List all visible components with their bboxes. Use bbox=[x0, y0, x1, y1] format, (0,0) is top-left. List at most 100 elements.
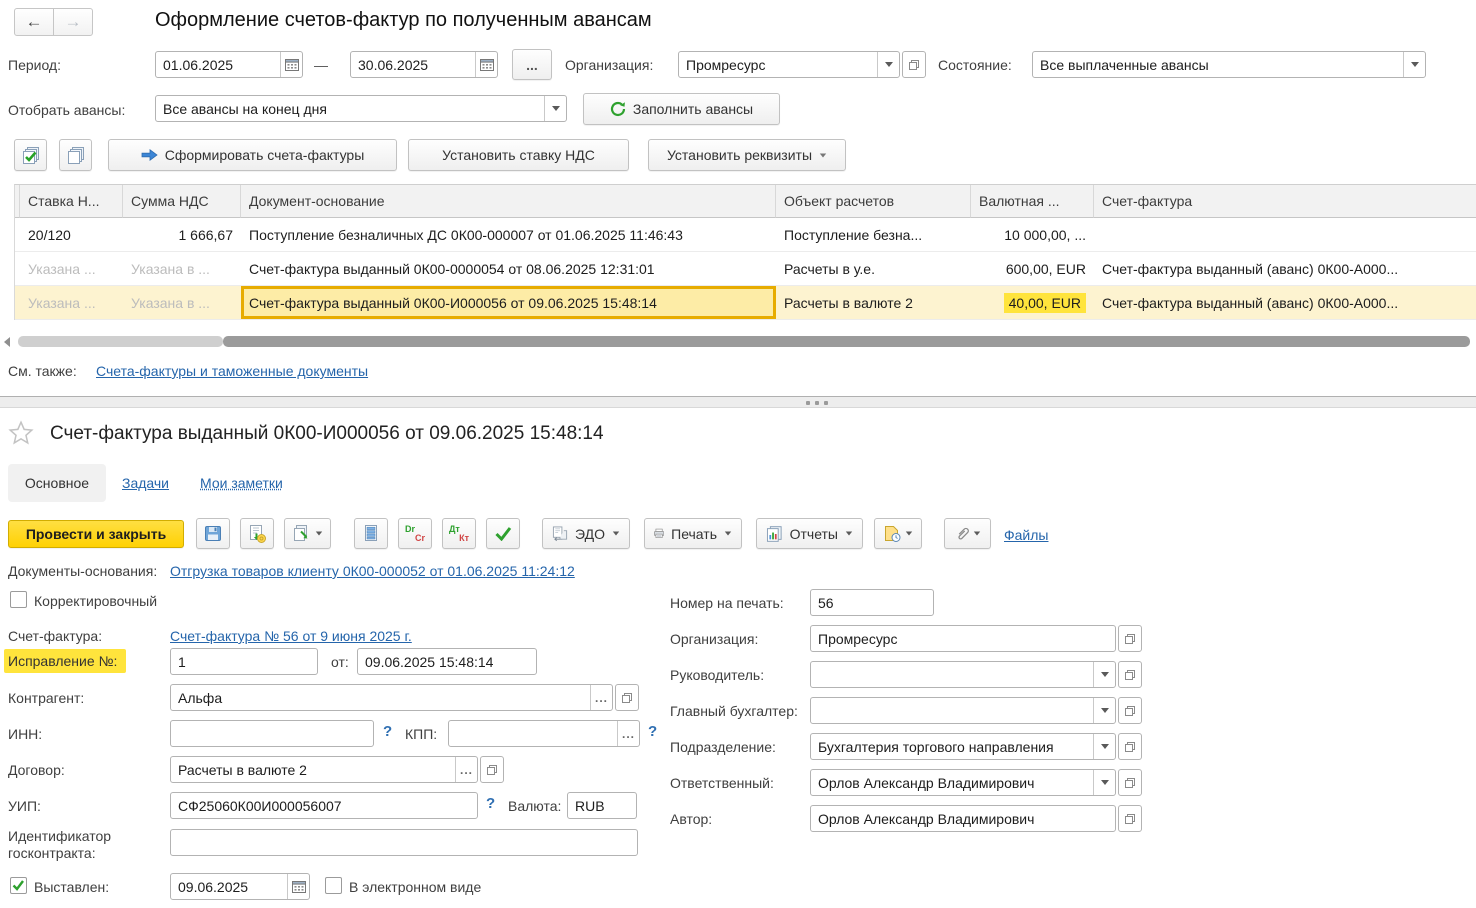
kpp-value[interactable] bbox=[449, 721, 617, 746]
print-number-value[interactable]: 56 bbox=[811, 590, 933, 615]
check-button[interactable] bbox=[486, 518, 520, 549]
reports-button[interactable]: Отчеты bbox=[756, 518, 863, 549]
manager-combo[interactable] bbox=[810, 661, 1116, 688]
unmark-all-button[interactable] bbox=[59, 139, 92, 171]
set-details-button[interactable]: Установить реквизиты bbox=[648, 139, 846, 171]
dropdown-button[interactable] bbox=[1403, 52, 1425, 77]
cell-base-document[interactable]: Счет-фактура выданный 0К00-0000054 от 08… bbox=[241, 252, 776, 286]
cell-vat-sum[interactable]: 1 666,67 bbox=[123, 218, 241, 252]
favorite-button[interactable] bbox=[8, 420, 34, 448]
cell-currency-amount[interactable]: 40,00, EUR bbox=[971, 286, 1094, 320]
dt-kt-button[interactable]: ДтКт bbox=[442, 518, 476, 549]
table-row[interactable]: 20/120 1 666,67 Поступление безналичных … bbox=[15, 218, 1476, 252]
column-header[interactable]: Сумма НДС bbox=[123, 185, 241, 218]
responsible-open-button[interactable] bbox=[1118, 769, 1142, 796]
cell-invoice[interactable]: Счет-фактура выданный (аванс) 0К00-А000.… bbox=[1094, 252, 1476, 286]
column-header[interactable]: Объект расчетов bbox=[776, 185, 971, 218]
register-records-button[interactable] bbox=[354, 518, 388, 549]
revision-number-field[interactable]: 1 bbox=[170, 648, 318, 675]
counterparty-open-button[interactable] bbox=[615, 684, 639, 711]
issued-date-value[interactable]: 09.06.2025 bbox=[171, 874, 287, 899]
table-row-selected[interactable]: Указана ... Указана в ... Счет-фактура в… bbox=[15, 286, 1476, 320]
counterparty-value[interactable]: Альфа bbox=[171, 685, 590, 710]
tab-notes[interactable]: Мои заметки bbox=[200, 475, 283, 491]
responsible-value[interactable]: Орлов Александр Владимирович bbox=[811, 770, 1093, 795]
uip-field[interactable]: СФ25060К00И000056007 bbox=[170, 792, 478, 819]
department-value[interactable]: Бухгалтерия торгового направления bbox=[811, 734, 1093, 759]
chief-accountant-combo[interactable] bbox=[810, 697, 1116, 724]
forward-button[interactable]: → bbox=[53, 8, 93, 36]
save-button[interactable] bbox=[196, 518, 230, 549]
state-combo[interactable]: Все выплаченные авансы bbox=[1032, 51, 1426, 78]
period-to-value[interactable]: 30.06.2025 bbox=[351, 52, 475, 77]
period-more-button[interactable]: ... bbox=[512, 49, 552, 80]
column-header[interactable]: Документ-основание bbox=[241, 185, 776, 218]
dr-cr-button[interactable]: DrCr bbox=[398, 518, 432, 549]
table-row[interactable]: Указана ... Указана в ... Счет-фактура в… bbox=[15, 252, 1476, 286]
manager-open-button[interactable] bbox=[1118, 661, 1142, 688]
pane-splitter[interactable] bbox=[0, 396, 1476, 408]
doc-organization-open-button[interactable] bbox=[1118, 625, 1142, 652]
cell-vat-rate[interactable]: 20/120 bbox=[20, 218, 123, 252]
scroll-left-arrow[interactable] bbox=[4, 337, 10, 347]
uip-help[interactable]: ? bbox=[486, 795, 495, 812]
govcontract-field[interactable] bbox=[170, 829, 638, 856]
author-value[interactable]: Орлов Александр Владимирович bbox=[811, 806, 1115, 831]
organization-combo[interactable]: Промресурс bbox=[678, 51, 900, 78]
counterparty-field[interactable]: Альфа ... bbox=[170, 684, 613, 711]
issued-date-field[interactable]: 09.06.2025 bbox=[170, 873, 310, 900]
dropdown-button[interactable] bbox=[877, 52, 899, 77]
organization-open-button[interactable] bbox=[902, 51, 926, 78]
cell-invoice[interactable] bbox=[1094, 218, 1476, 252]
select-advances-combo[interactable]: Все авансы на конец дня bbox=[155, 95, 567, 122]
cell-settlement-object[interactable]: Расчеты в валюте 2 bbox=[776, 286, 971, 320]
period-to-field[interactable]: 30.06.2025 bbox=[350, 51, 498, 78]
scrollbar-thumb[interactable] bbox=[223, 336, 1470, 347]
inn-value[interactable] bbox=[171, 721, 373, 746]
contract-open-button[interactable] bbox=[480, 756, 504, 783]
cell-base-document[interactable]: Поступление безналичных ДС 0К00-000007 о… bbox=[241, 218, 776, 252]
attachments-button[interactable] bbox=[944, 518, 991, 549]
files-link[interactable]: Файлы bbox=[1004, 527, 1048, 543]
scrollbar-track[interactable] bbox=[18, 336, 223, 347]
set-vat-rate-button[interactable]: Установить ставку НДС bbox=[408, 139, 629, 171]
kpp-help[interactable]: ? bbox=[648, 723, 657, 740]
cell-invoice[interactable]: Счет-фактура выданный (аванс) 0К00-А000.… bbox=[1094, 286, 1476, 320]
doc-organization-field[interactable]: Промресурс bbox=[810, 625, 1116, 652]
post-and-close-button[interactable]: Провести и закрыть bbox=[8, 520, 184, 548]
fill-advances-button[interactable]: Заполнить авансы bbox=[583, 93, 780, 125]
state-value[interactable]: Все выплаченные авансы bbox=[1033, 52, 1403, 77]
cell-vat-sum[interactable]: Указана в ... bbox=[123, 286, 241, 320]
column-header[interactable]: Счет-фактура bbox=[1094, 185, 1476, 218]
author-field[interactable]: Орлов Александр Владимирович bbox=[810, 805, 1116, 832]
department-open-button[interactable] bbox=[1118, 733, 1142, 760]
base-document-link[interactable]: Отгрузка товаров клиенту 0К00-000052 от … bbox=[170, 563, 575, 579]
kpp-field[interactable]: ... bbox=[448, 720, 640, 747]
cell-vat-rate[interactable]: Указана ... bbox=[20, 286, 123, 320]
organization-value[interactable]: Промресурс bbox=[679, 52, 877, 77]
choose-button[interactable]: ... bbox=[617, 721, 639, 746]
chief-accountant-open-button[interactable] bbox=[1118, 697, 1142, 724]
govcontract-value[interactable] bbox=[171, 830, 637, 855]
dropdown-button[interactable] bbox=[1093, 734, 1115, 759]
calendar-button[interactable] bbox=[280, 52, 302, 77]
select-advances-value[interactable]: Все авансы на конец дня bbox=[156, 96, 544, 121]
calendar-button[interactable] bbox=[475, 52, 497, 77]
manager-value[interactable] bbox=[811, 662, 1093, 687]
choose-button[interactable]: ... bbox=[455, 757, 477, 782]
period-from-field[interactable]: 01.06.2025 bbox=[155, 51, 303, 78]
contract-value[interactable]: Расчеты в валюте 2 bbox=[171, 757, 455, 782]
author-open-button[interactable] bbox=[1118, 805, 1142, 832]
department-combo[interactable]: Бухгалтерия торгового направления bbox=[810, 733, 1116, 760]
revision-date-field[interactable]: 09.06.2025 15:48:14 bbox=[357, 648, 537, 675]
post-button[interactable] bbox=[240, 518, 274, 549]
cell-settlement-object[interactable]: Поступление безна... bbox=[776, 218, 971, 252]
cell-currency-amount[interactable]: 10 000,00, ... bbox=[971, 218, 1094, 252]
contract-field[interactable]: Расчеты в валюте 2 ... bbox=[170, 756, 478, 783]
currency-value[interactable]: RUB bbox=[568, 793, 636, 818]
cell-settlement-object[interactable]: Расчеты в у.е. bbox=[776, 252, 971, 286]
chief-accountant-value[interactable] bbox=[811, 698, 1093, 723]
print-number-field[interactable]: 56 bbox=[810, 589, 934, 616]
inn-help[interactable]: ? bbox=[383, 723, 392, 740]
cell-vat-sum[interactable]: Указана в ... bbox=[123, 252, 241, 286]
